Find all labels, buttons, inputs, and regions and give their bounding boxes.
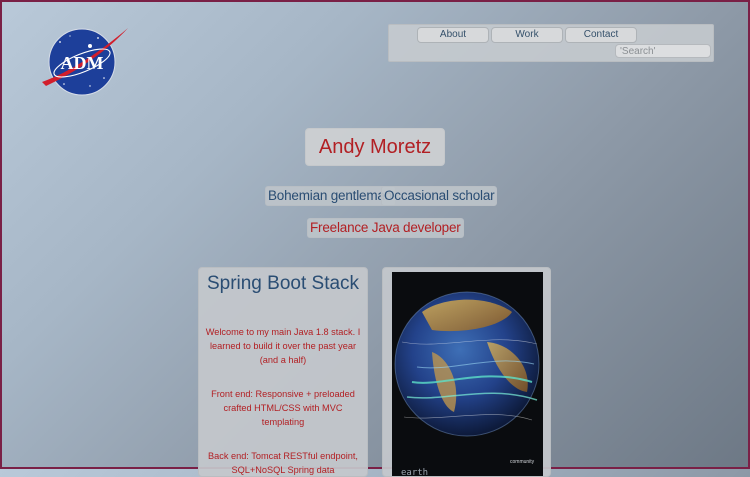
logo-text: ADM xyxy=(61,53,104,73)
nav-contact-button[interactable]: Contact xyxy=(565,27,637,43)
card-title: Spring Boot Stack xyxy=(206,273,360,294)
card-paragraph: Welcome to my main Java 1.8 stack. I lea… xyxy=(205,327,361,365)
earth-globe-image: community earth xyxy=(392,272,543,477)
image-caption: community xyxy=(510,459,535,465)
globe-icon xyxy=(394,291,540,437)
role-badge: Freelance Java developer xyxy=(307,218,464,238)
tag-occasional-scholar: Occasional scholar xyxy=(381,186,498,206)
card-paragraph: Front end: Responsive + preloaded crafte… xyxy=(211,389,355,427)
site-logo[interactable]: ADM xyxy=(40,26,130,98)
tag-bohemian-gentleman: Bohemian gentleman xyxy=(265,186,395,206)
stack-card: Spring Boot Stack Welcome to my main Jav… xyxy=(198,267,368,477)
nav-work-button[interactable]: Work xyxy=(491,27,563,43)
card-paragraph: Back end: Tomcat RESTful endpoint, SQL+N… xyxy=(208,451,358,475)
earth-image-card[interactable]: community earth xyxy=(382,267,551,477)
page-title: Andy Moretz xyxy=(305,128,445,166)
nav-about-button[interactable]: About xyxy=(417,27,489,43)
image-word: earth xyxy=(401,468,429,477)
nav-bar: About Work Contact xyxy=(388,24,714,62)
logo-icon: ADM xyxy=(42,28,128,96)
search-input[interactable] xyxy=(615,44,711,58)
